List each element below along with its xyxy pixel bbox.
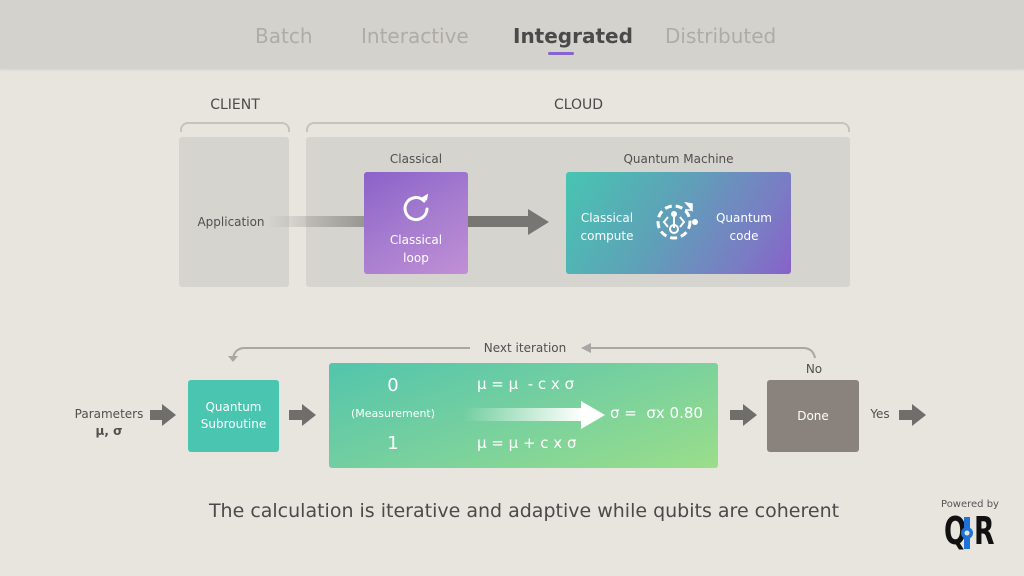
classical-to-quantum-arrow-shaft xyxy=(468,216,532,227)
logo-letter-r: R xyxy=(974,509,995,553)
measurement-update-box: 0 (Measurement) 1 μ = μ - c x σ μ = μ + … xyxy=(329,363,718,468)
logo-connector-icon xyxy=(961,517,973,549)
yes-arrow xyxy=(899,404,927,426)
classical-label: Classical xyxy=(389,152,443,166)
measurement-arrow xyxy=(730,404,758,426)
qir-logo: Q R xyxy=(944,509,1000,553)
loop-arrowhead-mid xyxy=(581,343,591,353)
classical-compute-line2: compute xyxy=(580,229,634,243)
measurement-zero: 0 xyxy=(387,375,399,396)
quantum-machine-box: Classical compute Quantum code xyxy=(566,172,791,274)
loop-line-left xyxy=(232,347,470,359)
classical-loop-line2: loop xyxy=(403,251,429,265)
measurement-label: (Measurement) xyxy=(350,407,436,420)
classical-compute-line1: Classical xyxy=(580,211,634,225)
quantum-code-line2: code xyxy=(729,229,759,243)
next-iteration-label: Next iteration xyxy=(483,341,567,355)
done-box: Done xyxy=(767,380,859,452)
measurement-one: 1 xyxy=(387,433,399,454)
client-panel xyxy=(179,137,289,287)
loop-arrowhead-left xyxy=(228,356,238,362)
parameters-arrow xyxy=(150,404,176,426)
tab-interactive[interactable]: Interactive xyxy=(361,24,469,48)
client-label: CLIENT xyxy=(210,97,260,113)
rule-zero: μ = μ - c x σ xyxy=(477,375,575,393)
parameters-symbols: μ, σ xyxy=(95,424,123,438)
loop-line-right xyxy=(587,347,816,359)
parameters-label: Parameters xyxy=(74,407,144,421)
mode-tab-bar: Batch Interactive Integrated Distributed xyxy=(0,0,1024,69)
update-arrow-head xyxy=(581,401,605,429)
rule-one: μ = μ + c x σ xyxy=(477,434,577,452)
quantum-code-line1: Quantum xyxy=(715,211,772,225)
quantum-subroutine-line2: Subroutine xyxy=(200,417,267,431)
classical-to-quantum-arrow-head xyxy=(528,209,549,235)
update-arrow-shaft xyxy=(463,408,583,421)
refresh-icon xyxy=(403,193,429,222)
cloud-label: CLOUD xyxy=(553,97,604,113)
quantum-code-icon xyxy=(656,201,698,240)
cloud-bracket xyxy=(306,122,850,132)
subroutine-arrow xyxy=(289,404,317,426)
no-label: No xyxy=(805,362,823,376)
client-bracket xyxy=(180,122,290,132)
quantum-machine-label: Quantum Machine xyxy=(623,152,734,166)
done-label: Done xyxy=(797,409,829,423)
quantum-subroutine-box: Quantum Subroutine xyxy=(188,380,279,452)
tab-distributed[interactable]: Distributed xyxy=(665,24,776,48)
tab-integrated[interactable]: Integrated xyxy=(513,24,633,48)
classical-loop-box: Classical loop xyxy=(364,172,468,274)
sigma-update: σ = σx 0.80 xyxy=(610,404,703,422)
active-tab-indicator xyxy=(548,52,574,55)
application-label: Application xyxy=(197,215,265,229)
classical-loop-line1: Classical xyxy=(389,233,443,247)
yes-label: Yes xyxy=(870,407,890,421)
quantum-subroutine-line1: Quantum xyxy=(205,400,262,414)
application-connector xyxy=(268,216,366,227)
caption: The calculation is iterative and adaptiv… xyxy=(208,500,840,522)
tab-batch[interactable]: Batch xyxy=(255,24,313,48)
